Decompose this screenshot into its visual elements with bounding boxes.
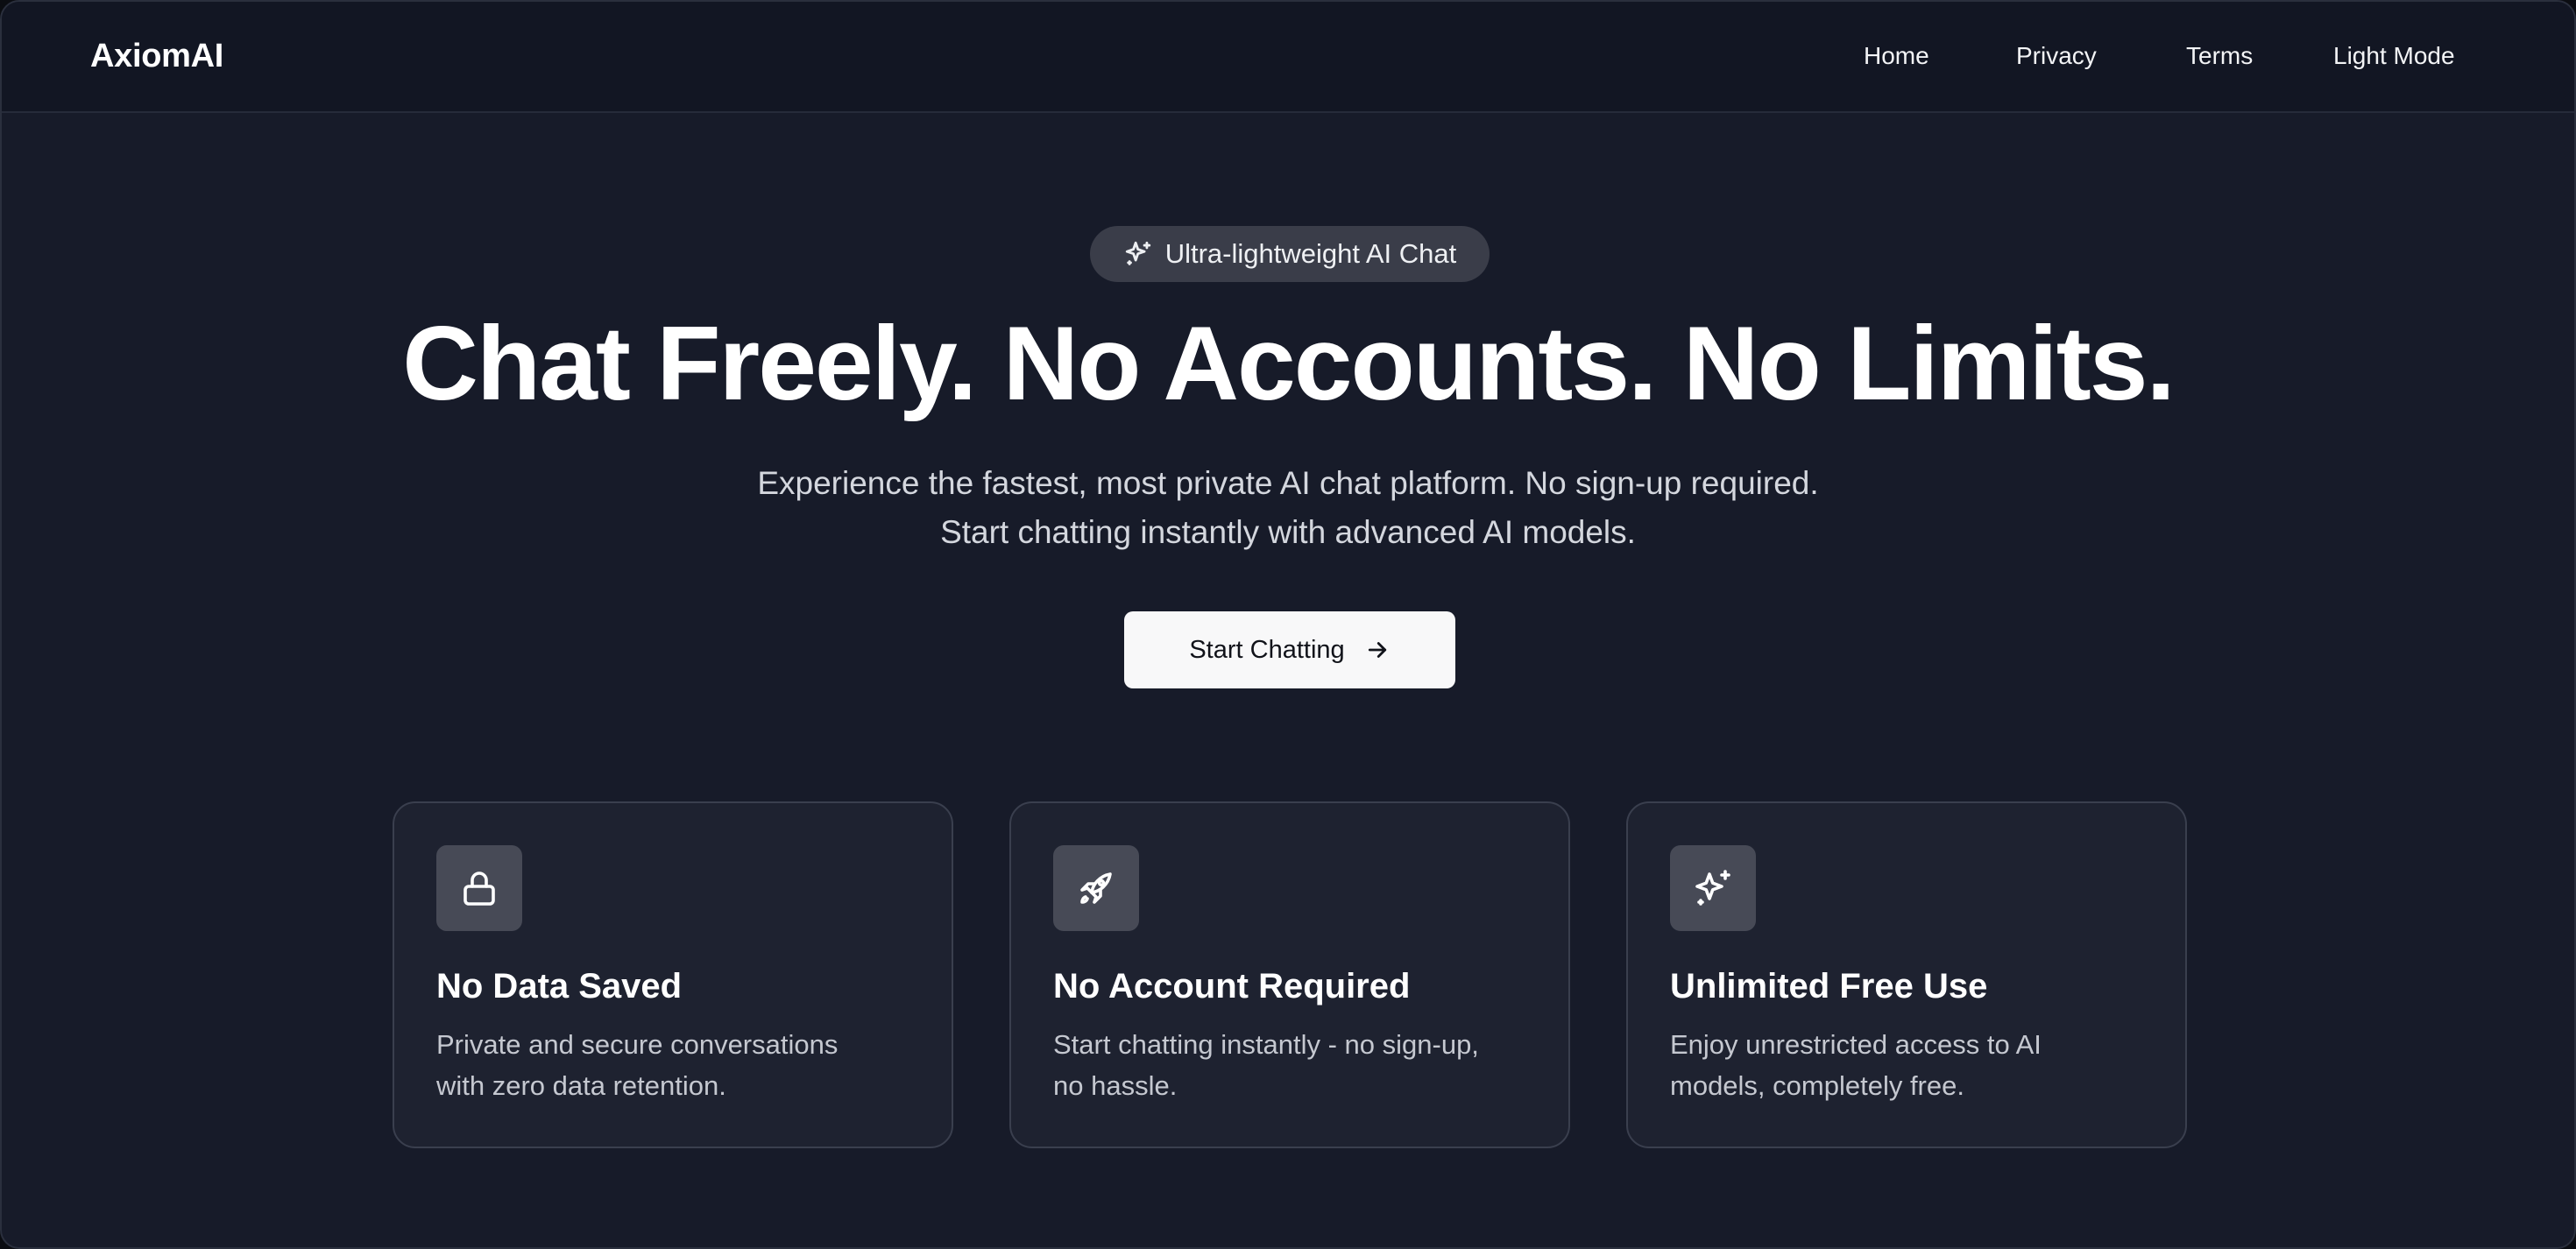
hero-badge-label: Ultra-lightweight AI Chat bbox=[1164, 238, 1457, 269]
start-chatting-button[interactable]: Start Chatting bbox=[1124, 611, 1455, 688]
hero-subtitle-line-2: Start chatting instantly with advanced A… bbox=[940, 514, 1636, 550]
feature-description: Private and secure conversations with ze… bbox=[436, 1029, 839, 1101]
feature-icon-box bbox=[1670, 845, 1756, 931]
hero-title: Chat Freely. No Accounts. No Limits. bbox=[402, 305, 2176, 422]
brand-logo[interactable]: AxiomAI bbox=[90, 35, 223, 77]
nav-terms-link[interactable]: Terms bbox=[2186, 39, 2253, 74]
feature-title: No Data Saved bbox=[436, 967, 683, 1006]
feature-title: Unlimited Free Use bbox=[1670, 967, 1988, 1006]
nav-home-link[interactable]: Home bbox=[1864, 39, 1929, 74]
feature-card-no-data-saved: No Data Saved Private and secure convers… bbox=[393, 801, 953, 1148]
feature-card-no-account-required: No Account Required Start chatting insta… bbox=[1009, 801, 1570, 1148]
arrow-right-icon bbox=[1368, 642, 1386, 658]
light-mode-toggle[interactable]: Light Mode bbox=[2333, 39, 2455, 74]
feature-title: No Account Required bbox=[1053, 967, 1411, 1006]
sparkles-icon bbox=[1695, 870, 1730, 906]
feature-icon-box bbox=[436, 845, 522, 931]
rocket-icon bbox=[1080, 872, 1112, 904]
start-chatting-label: Start Chatting bbox=[1189, 636, 1345, 664]
sparkles-icon bbox=[1125, 241, 1150, 265]
feature-description: Start chatting instantly - no sign-up, n… bbox=[1053, 1029, 1479, 1101]
hero-badge: Ultra-lightweight AI Chat bbox=[1090, 226, 1490, 282]
top-navbar: AxiomAI Home Privacy Terms Light Mode bbox=[2, 2, 2574, 113]
app-window: AxiomAI Home Privacy Terms Light Mode Ul… bbox=[0, 0, 2576, 1249]
feature-icon-box bbox=[1053, 845, 1139, 931]
feature-card-unlimited-free-use: Unlimited Free Use Enjoy unrestricted ac… bbox=[1626, 801, 2187, 1148]
feature-description: Enjoy unrestricted access to AI models, … bbox=[1670, 1029, 2042, 1101]
lock-icon bbox=[464, 871, 495, 906]
hero-subtitle-line-1: Experience the fastest, most private AI … bbox=[757, 465, 1819, 501]
nav-privacy-link[interactable]: Privacy bbox=[2016, 39, 2097, 74]
